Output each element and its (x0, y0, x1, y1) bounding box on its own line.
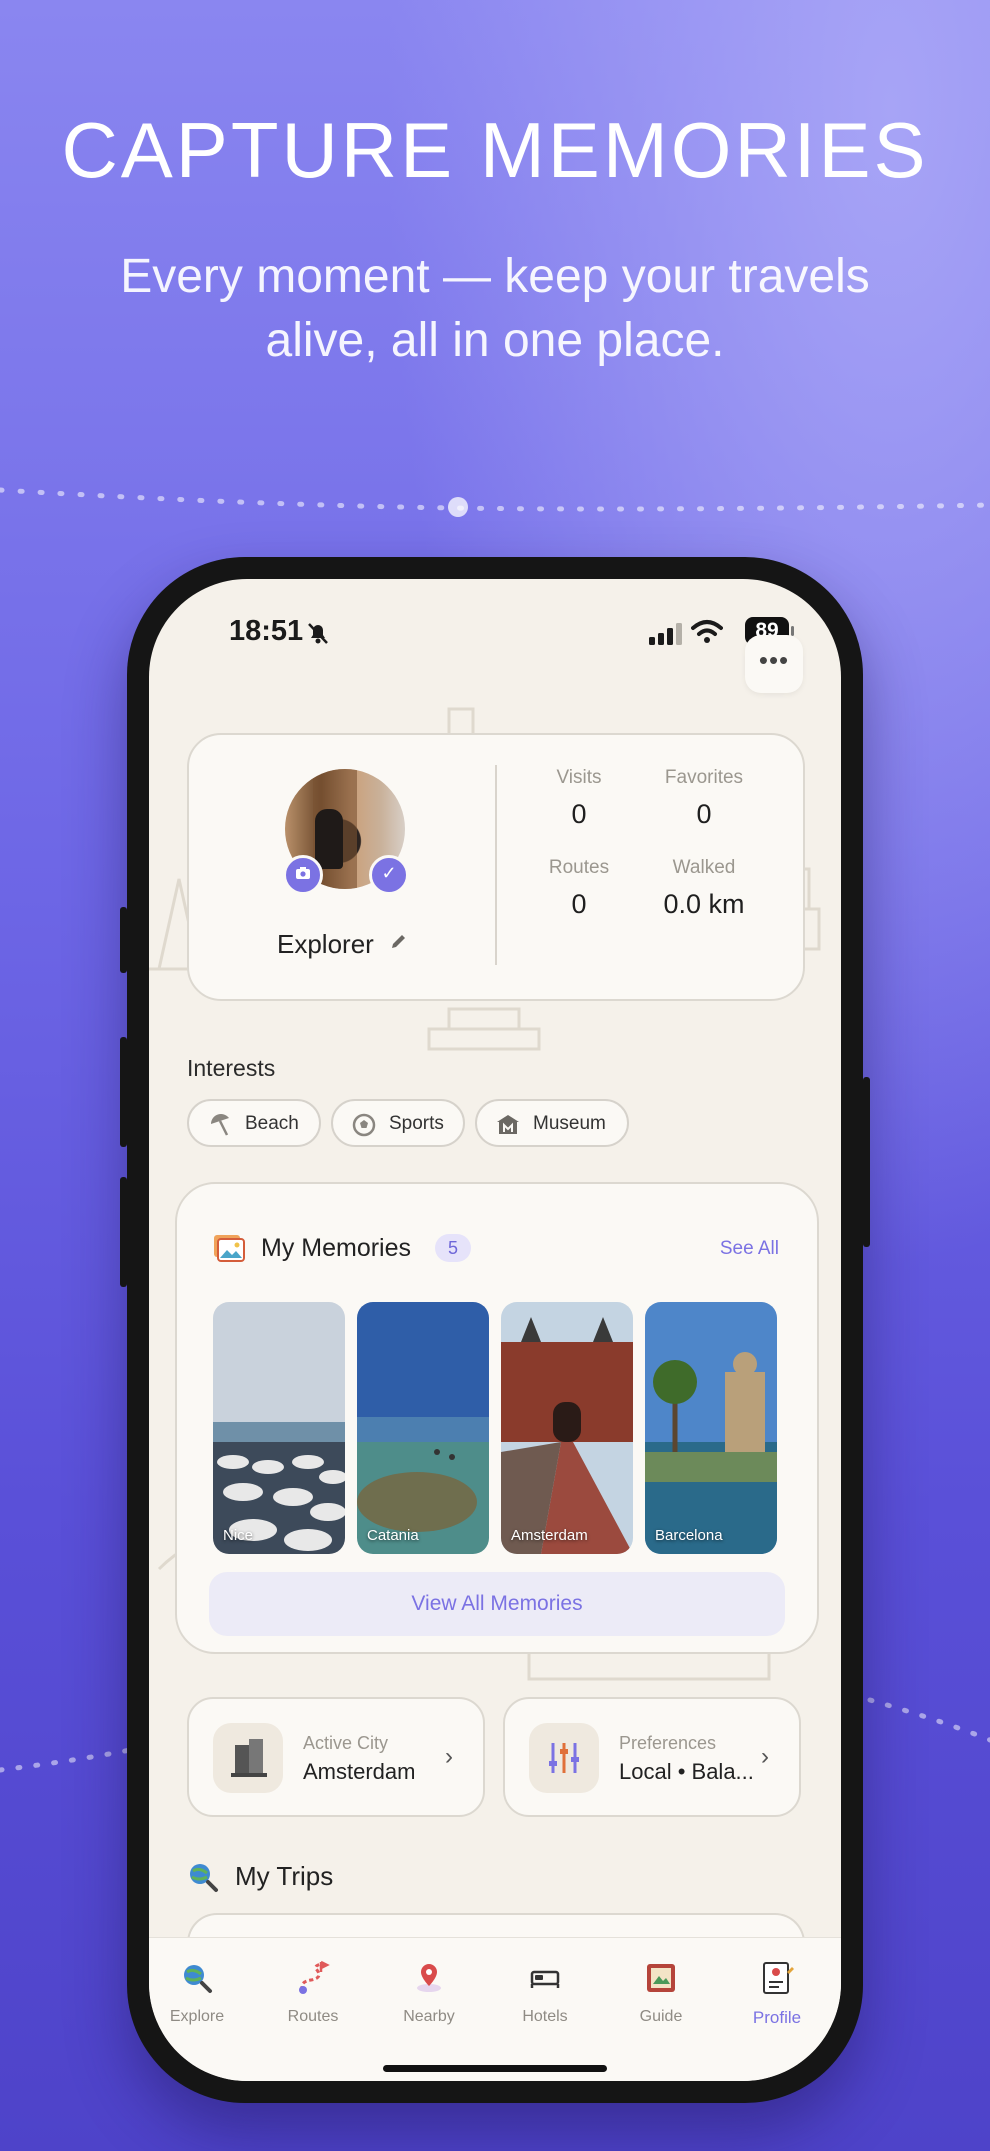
museum-icon (497, 1115, 519, 1134)
active-city-card[interactable]: Active City Amsterdam › (187, 1697, 485, 1817)
promo-subline-line-1: Every moment — keep your travels (120, 250, 870, 303)
profile-divider (495, 765, 497, 965)
memory-photo (357, 1302, 489, 1554)
my-trips-title: My Trips (235, 1861, 334, 1891)
profile-card: ✓ Explorer Visits 0 Favorites 0 Routes 0… (187, 733, 805, 1001)
cellular-signal-icon (649, 623, 682, 645)
active-city-value: Amsterdam (303, 1759, 416, 1784)
tab-label: Hotels (522, 2008, 568, 2025)
more-options-button[interactable]: ••• (745, 635, 803, 693)
tab-explore[interactable]: Explore (149, 1956, 247, 2026)
memories-count-badge: 5 (435, 1234, 471, 1262)
city-buildings-icon (231, 1739, 267, 1777)
memory-photo (213, 1302, 345, 1554)
chip-label: Sports (389, 1113, 444, 1134)
memory-photo (645, 1302, 777, 1554)
bed-icon (530, 1970, 560, 1988)
memory-thumb-catania[interactable]: Catania (357, 1302, 489, 1554)
preferences-card[interactable]: Preferences Local • Bala... › (503, 1697, 801, 1817)
stat-favorites: Favorites 0 (644, 767, 764, 830)
bottom-tab-bar: Explore Routes Nearby Hotels Guide Profi… (149, 1937, 841, 2081)
status-bar: 18:51 89 (149, 609, 841, 659)
interest-chip-beach[interactable]: Beach (187, 1099, 321, 1147)
tab-nearby[interactable]: Nearby (379, 1956, 479, 2026)
promo-headline: CAPTURE MEMORIES (61, 106, 929, 194)
sliders-icon (549, 1743, 579, 1773)
chevron-right-icon: › (761, 1743, 769, 1770)
edit-pencil-icon[interactable] (389, 931, 409, 951)
chevron-right-icon: › (445, 1743, 453, 1770)
phone-volume-up (120, 1037, 127, 1147)
memory-thumb-barcelona[interactable]: Barcelona (645, 1302, 777, 1554)
verified-check-icon: ✓ (369, 855, 409, 895)
route-icon (299, 1960, 330, 1994)
tab-guide[interactable]: Guide (611, 1956, 711, 2026)
memory-label: Barcelona (655, 1527, 723, 1544)
stat-value: 0 (571, 889, 587, 919)
memories-title: My Memories (261, 1234, 412, 1262)
globe-search-icon (184, 1965, 212, 1993)
home-indicator (383, 2065, 607, 2072)
tab-hotels[interactable]: Hotels (495, 1956, 595, 2026)
stat-value: 0.0 km (663, 889, 745, 919)
guide-book-icon (647, 1964, 675, 1992)
phone-frame: 18:51 89 ••• ✓ Explorer Visits 0 Favorit… (120, 557, 870, 2103)
memory-thumb-nice[interactable]: Nice (213, 1302, 345, 1554)
stat-routes: Routes 0 (519, 857, 639, 920)
tab-profile[interactable]: Profile (727, 1956, 827, 2028)
promo-subline: Every moment — keep your travels alive, … (60, 245, 930, 373)
tab-label: Routes (287, 2008, 339, 2025)
promo-subline-line-2: alive, all in one place. (265, 314, 725, 367)
avatar-photo-person (315, 809, 343, 869)
phone-power-button (863, 1077, 870, 1247)
memory-thumb-amsterdam[interactable]: Amsterdam (501, 1302, 633, 1554)
preferences-value: Local • Bala... (619, 1759, 754, 1784)
memory-label: Nice (223, 1527, 254, 1544)
camera-icon[interactable] (283, 855, 323, 895)
memory-label: Catania (367, 1527, 419, 1544)
soccer-ball-icon (352, 1113, 376, 1137)
tab-label: Guide (639, 2008, 683, 2025)
stat-label: Visits (556, 767, 602, 788)
memory-photo (501, 1302, 633, 1554)
tab-label: Nearby (403, 2008, 455, 2025)
tab-routes[interactable]: Routes (263, 1956, 363, 2026)
stat-value: 0 (571, 799, 587, 829)
globe-search-icon (190, 1864, 218, 1892)
phone-volume-down (120, 1177, 127, 1287)
wifi-icon (691, 620, 723, 643)
interest-chip-sports[interactable]: Sports (331, 1099, 465, 1147)
stat-label: Routes (548, 857, 610, 878)
stat-visits: Visits 0 (519, 767, 639, 830)
stat-label: Favorites (664, 767, 744, 788)
tab-label: Explore (169, 2008, 225, 2025)
view-all-memories-button[interactable]: View All Memories (209, 1572, 785, 1636)
memory-label: Amsterdam (511, 1527, 588, 1544)
map-pin-icon (417, 1964, 441, 1992)
stat-label: Walked (672, 857, 736, 878)
interest-chip-museum[interactable]: Museum (475, 1099, 629, 1147)
preferences-label: Preferences (619, 1733, 717, 1753)
active-city-label: Active City (303, 1733, 389, 1753)
chip-label: Beach (245, 1113, 299, 1134)
profile-document-icon (763, 1962, 794, 1994)
profile-name: Explorer (277, 929, 374, 959)
decorative-dotted-path (0, 487, 990, 517)
phone-mute-switch (120, 907, 127, 973)
memories-card: My Memories 5 See All Nice Catania Amste… (175, 1182, 819, 1654)
status-time: 18:51 (229, 615, 304, 647)
beach-umbrella-icon (211, 1114, 229, 1136)
stat-value: 0 (696, 799, 712, 829)
tab-label: Profile (752, 2008, 802, 2027)
app-screen: 18:51 89 ••• ✓ Explorer Visits 0 Favorit… (149, 579, 841, 2081)
stat-walked: Walked 0.0 km (644, 857, 764, 920)
mini-icon-box (529, 1723, 599, 1793)
mini-icon-box (213, 1723, 283, 1793)
interests-title: Interests (187, 1055, 276, 1081)
muted-bell-icon (308, 623, 328, 644)
see-all-link[interactable]: See All (720, 1238, 779, 1260)
photo-gallery-icon (214, 1235, 245, 1262)
chip-label: Museum (533, 1113, 606, 1134)
